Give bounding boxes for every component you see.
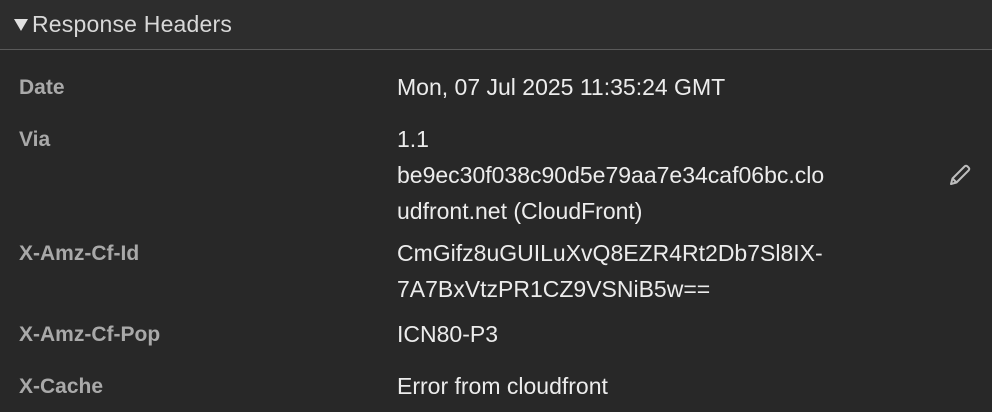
header-name: X-Amz-Cf-Pop xyxy=(19,323,161,346)
header-value-line: be9ec30f038c90d5e79aa7e34caf06bc.clo xyxy=(397,162,825,188)
header-value: Mon, 07 Jul 2025 11:35:24 GMT xyxy=(397,74,726,100)
header-name: X-Cache xyxy=(19,375,104,398)
header-value: ICN80-P3 xyxy=(397,321,498,347)
section-title: Response Headers xyxy=(32,11,233,37)
response-headers-section-header[interactable]: Response Headers xyxy=(0,0,992,50)
header-value: Error from cloudfront xyxy=(397,373,608,399)
header-name: Via xyxy=(19,128,51,151)
header-value-line: 7A7BxVtzPR1CZ9VSNiB5w== xyxy=(397,276,711,302)
header-name: Date xyxy=(19,76,65,99)
header-value-line: CmGifz8uGUILuXvQ8EZR4Rt2Db7Sl8IX- xyxy=(397,240,823,266)
pencil-icon[interactable] xyxy=(946,161,974,189)
header-name: X-Amz-Cf-Id xyxy=(19,242,140,265)
header-value: CmGifz8uGUILuXvQ8EZR4Rt2Db7Sl8IX- 7A7BxV… xyxy=(397,235,937,307)
header-value: 1.1 be9ec30f038c90d5e79aa7e34caf06bc.clo… xyxy=(397,121,937,229)
header-value-line: 1.1 xyxy=(397,126,429,152)
triangle-down-icon[interactable] xyxy=(12,15,30,35)
header-value-line: udfront.net (CloudFront) xyxy=(397,198,643,224)
